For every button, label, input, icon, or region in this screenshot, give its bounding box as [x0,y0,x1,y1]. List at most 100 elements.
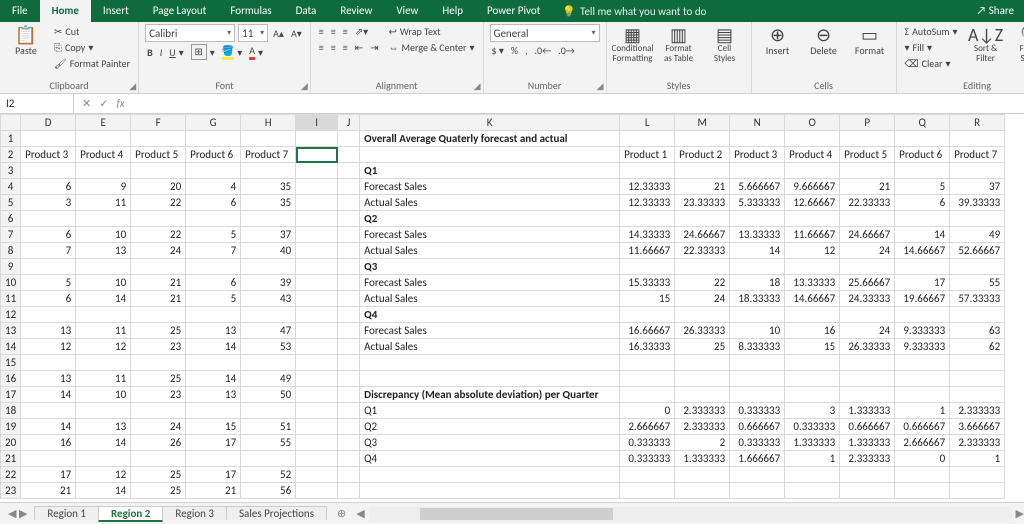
cell-P22[interactable] [840,467,895,483]
accept-formula-button[interactable]: ✓ [99,97,108,110]
cell-M12[interactable] [675,307,730,323]
cell-K12[interactable]: Q4 [360,307,620,323]
number-launcher-icon[interactable]: ◢ [597,81,604,92]
cell-M17[interactable] [675,387,730,403]
cell-K8[interactable]: Actual Sales [360,243,620,259]
cell-M7[interactable]: 24.66667 [675,227,730,243]
cell-E2[interactable]: Product 4 [76,147,131,163]
cell-Q10[interactable]: 17 [895,275,950,291]
delete-cells-button[interactable]: ⊖Delete [804,24,844,59]
cell-N9[interactable] [730,259,785,275]
cell-H9[interactable] [241,259,296,275]
cell-R6[interactable] [950,211,1005,227]
tell-me[interactable]: 💡Tell me what you want to do [552,0,716,22]
cell-H20[interactable]: 55 [241,435,296,451]
cell-K2[interactable] [360,147,620,163]
col-header-P[interactable]: P [840,115,895,131]
cell-H1[interactable] [241,131,296,147]
cell-N7[interactable]: 13.33333 [730,227,785,243]
sheet-tab-region 3[interactable]: Region 3 [162,506,227,520]
cell-L4[interactable]: 12.33333 [620,179,675,195]
cell-I8[interactable] [296,243,338,259]
cell-G10[interactable]: 6 [186,275,241,291]
cell-D8[interactable]: 7 [21,243,76,259]
cell-R14[interactable]: 62 [950,339,1005,355]
cell-Q11[interactable]: 19.66667 [895,291,950,307]
cell-P16[interactable] [840,371,895,387]
copy-button[interactable]: ⎘Copy ▾ [52,40,132,55]
cell-G3[interactable] [186,163,241,179]
cell-O19[interactable]: 0.333333 [785,419,840,435]
cell-L14[interactable]: 16.33333 [620,339,675,355]
cell-D22[interactable]: 17 [21,467,76,483]
cell-R10[interactable]: 55 [950,275,1005,291]
cell-M2[interactable]: Product 2 [675,147,730,163]
tab-page-layout[interactable]: Page Layout [141,0,219,22]
cell-N10[interactable]: 18 [730,275,785,291]
cell-K14[interactable]: Actual Sales [360,339,620,355]
cell-J22[interactable] [338,467,360,483]
cell-E21[interactable] [76,451,131,467]
cell-H23[interactable]: 56 [241,483,296,499]
cell-P21[interactable]: 2.333333 [840,451,895,467]
cancel-formula-button[interactable]: ✕ [82,97,91,110]
cell-L5[interactable]: 12.33333 [620,195,675,211]
cell-J16[interactable] [338,371,360,387]
cell-F9[interactable] [131,259,186,275]
row-header-14[interactable]: 14 [1,339,21,355]
cell-G21[interactable] [186,451,241,467]
cell-K10[interactable]: Forecast Sales [360,275,620,291]
decrease-decimal-button[interactable]: .0→ [556,43,577,58]
col-header-J[interactable]: J [338,115,360,131]
cell-D12[interactable] [21,307,76,323]
row-header-21[interactable]: 21 [1,451,21,467]
col-header-M[interactable]: M [675,115,730,131]
cell-N5[interactable]: 5.333333 [730,195,785,211]
cell-D19[interactable]: 14 [21,419,76,435]
row-header-2[interactable]: 2 [1,147,21,163]
format-cells-button[interactable]: ▭Format [850,24,890,59]
cell-F10[interactable]: 21 [131,275,186,291]
cell-R3[interactable] [950,163,1005,179]
cell-N13[interactable]: 10 [730,323,785,339]
cell-J18[interactable] [338,403,360,419]
cell-G9[interactable] [186,259,241,275]
cell-J6[interactable] [338,211,360,227]
cell-F8[interactable]: 24 [131,243,186,259]
cell-G8[interactable]: 7 [186,243,241,259]
cell-M9[interactable] [675,259,730,275]
format-painter-button[interactable]: 🖌Format Painter [52,56,132,71]
find-select-button[interactable]: 🔍Find & Select [1012,24,1024,66]
tab-file[interactable]: File [0,0,40,22]
cell-I6[interactable] [296,211,338,227]
fill-button[interactable]: ▾Fill ▾ [903,40,960,55]
col-header-D[interactable]: D [21,115,76,131]
increase-indent-button[interactable]: ⇥ [368,40,380,55]
cell-I21[interactable] [296,451,338,467]
cell-O12[interactable] [785,307,840,323]
cell-E12[interactable] [76,307,131,323]
cell-K16[interactable] [360,371,620,387]
cell-Q13[interactable]: 9.333333 [895,323,950,339]
percent-button[interactable]: % [509,43,520,58]
cell-R17[interactable] [950,387,1005,403]
cell-E19[interactable]: 13 [76,419,131,435]
cell-J4[interactable] [338,179,360,195]
cell-P12[interactable] [840,307,895,323]
cell-R8[interactable]: 52.66667 [950,243,1005,259]
cell-D4[interactable]: 6 [21,179,76,195]
cell-O11[interactable]: 14.66667 [785,291,840,307]
cell-M11[interactable]: 24 [675,291,730,307]
cell-F11[interactable]: 21 [131,291,186,307]
cell-O13[interactable]: 16 [785,323,840,339]
cell-J11[interactable] [338,291,360,307]
row-header-18[interactable]: 18 [1,403,21,419]
cell-E4[interactable]: 9 [76,179,131,195]
cell-K22[interactable] [360,467,620,483]
cell-E6[interactable] [76,211,131,227]
cell-Q2[interactable]: Product 6 [895,147,950,163]
cell-M15[interactable] [675,355,730,371]
cell-O18[interactable]: 3 [785,403,840,419]
cell-L13[interactable]: 16.66667 [620,323,675,339]
cell-F15[interactable] [131,355,186,371]
